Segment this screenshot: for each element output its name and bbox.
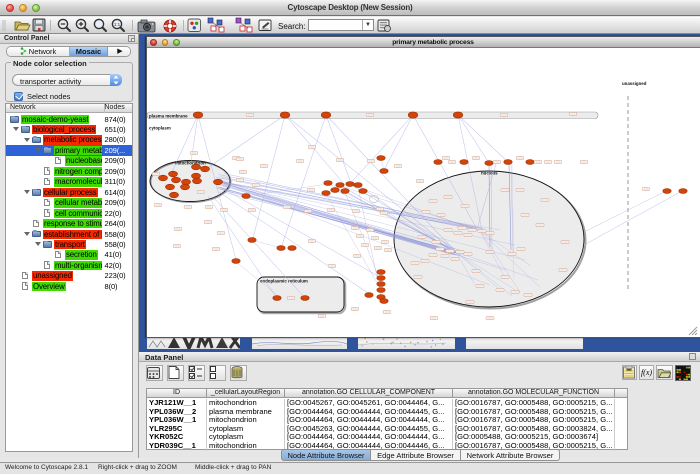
svg-text:unassigned: unassigned bbox=[622, 81, 647, 86]
svg-text:cytoplasm: cytoplasm bbox=[149, 126, 171, 131]
svg-text:1:1: 1:1 bbox=[114, 22, 121, 27]
svg-text:mitochondrion: mitochondrion bbox=[175, 161, 206, 166]
svg-text:nucleus: nucleus bbox=[481, 171, 498, 176]
svg-text:plasma membrane: plasma membrane bbox=[149, 113, 188, 118]
svg-text:endoplasmic reticulum: endoplasmic reticulum bbox=[260, 279, 308, 284]
